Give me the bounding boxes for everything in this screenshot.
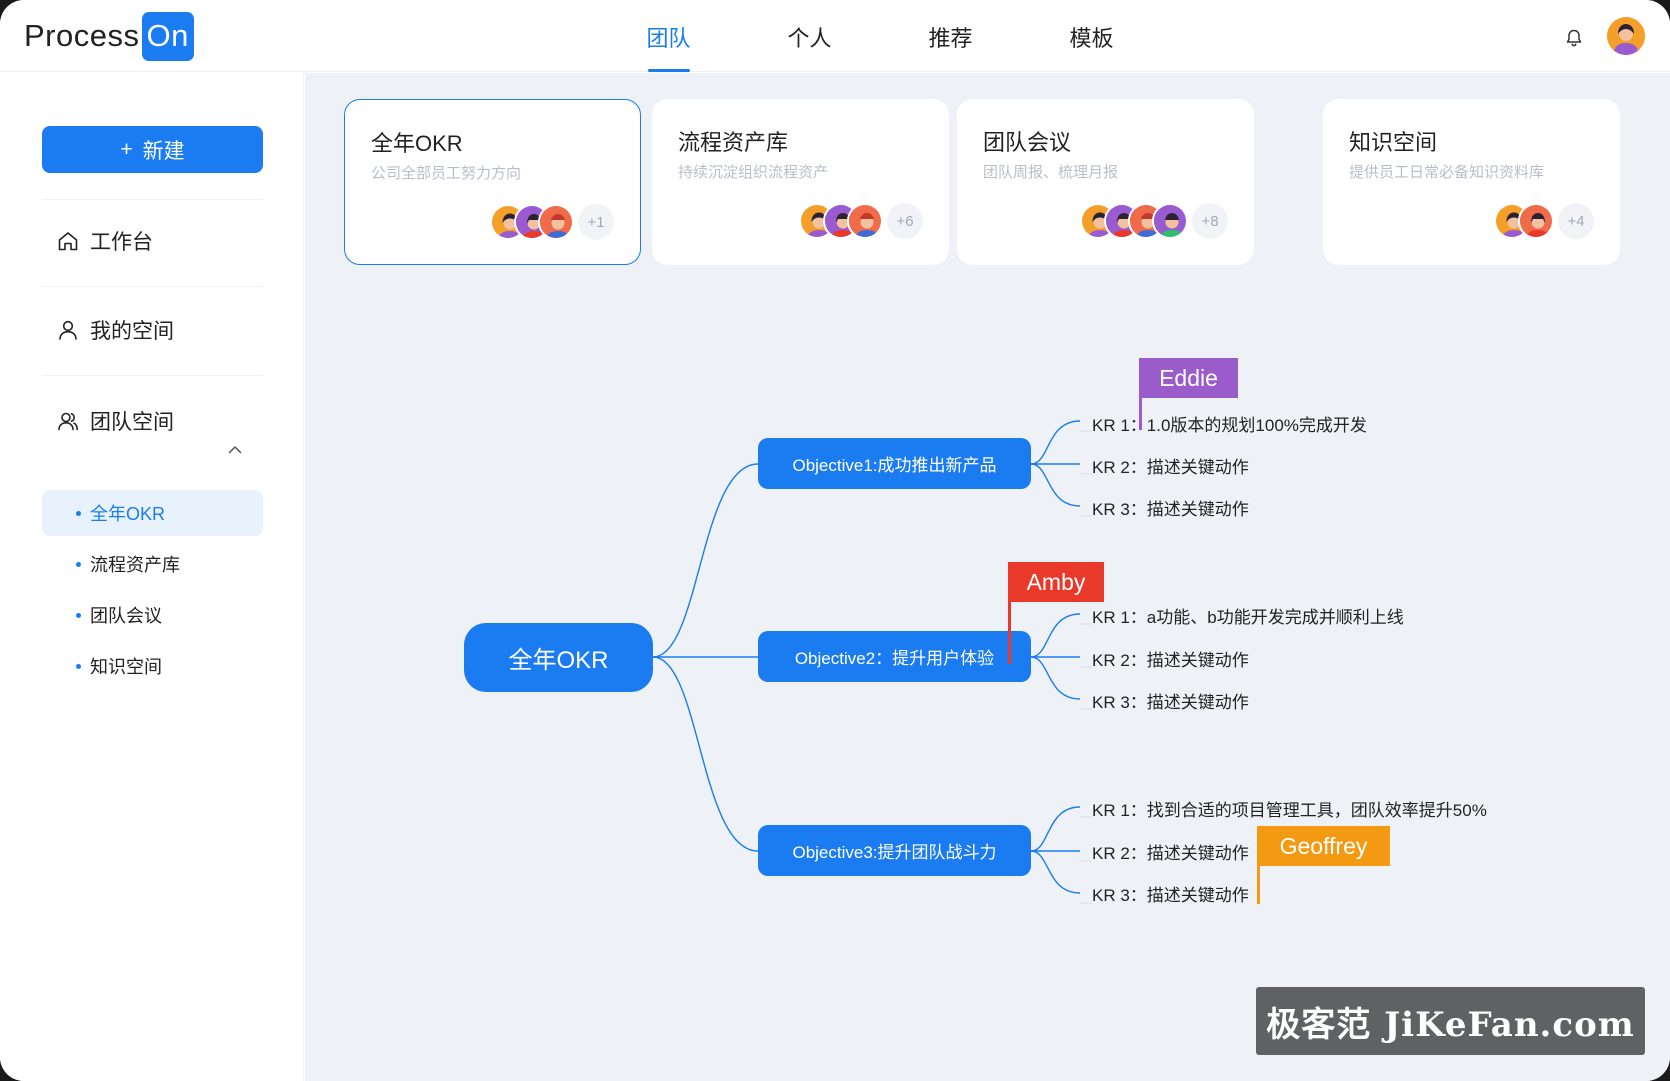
flag-pole (1008, 602, 1011, 664)
objective-node[interactable]: Objective2：提升用户体验 (758, 631, 1031, 682)
mindmap-root-node[interactable]: 全年OKR (464, 623, 653, 692)
kr-node[interactable]: KR 3：描述关键动作 (1092, 495, 1249, 520)
objective-node[interactable]: Objective3:提升团队战斗力 (758, 825, 1031, 876)
kr-node[interactable]: KR 1：a功能、b功能开发完成并顺利上线 (1092, 603, 1404, 628)
connector-lines (652, 420, 1092, 904)
collaborator-flag-amby: Amby (1008, 562, 1104, 602)
collaborator-flag-eddie: Eddie (1139, 358, 1238, 398)
collaborator-flag-geoffrey: Geoffrey (1257, 826, 1390, 866)
kr-node[interactable]: KR 3：描述关键动作 (1092, 881, 1249, 906)
kr-node[interactable]: KR 2：描述关键动作 (1092, 839, 1249, 864)
kr-node[interactable]: KR 2：描述关键动作 (1092, 453, 1249, 478)
flag-pole (1139, 398, 1142, 430)
kr-node[interactable]: KR 1：1.0版本的规划100%完成开发 (1092, 411, 1367, 436)
app-window: Process On 团队 个人 推荐 模板 + 新建 工作台 我的空间 团队空… (0, 0, 1670, 1081)
kr-node[interactable]: KR 2：描述关键动作 (1092, 646, 1249, 671)
watermark: 极客范 JiKeFan.com (1256, 987, 1645, 1055)
objective-node[interactable]: Objective1:成功推出新产品 (758, 438, 1031, 489)
kr-node[interactable]: KR 1：找到合适的项目管理工具，团队效率提升50% (1092, 796, 1487, 821)
flag-pole (1257, 866, 1260, 904)
kr-node[interactable]: KR 3：描述关键动作 (1092, 688, 1249, 713)
